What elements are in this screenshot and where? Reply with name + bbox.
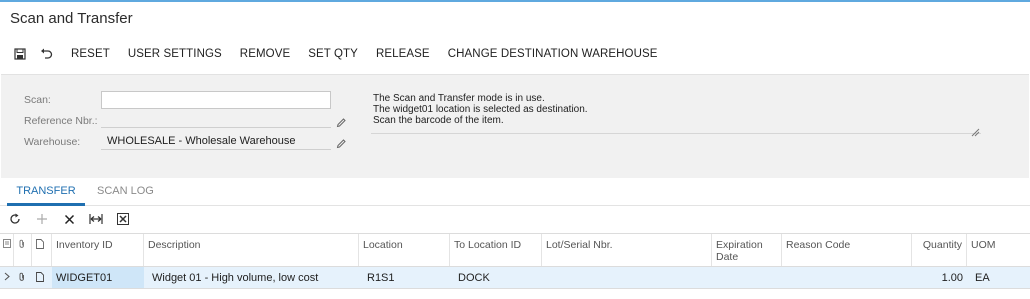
set-qty-button[interactable]: SET QTY: [299, 45, 367, 63]
status-message-line: The widget01 location is selected as des…: [373, 104, 588, 115]
status-message-line: Scan the barcode of the item.: [373, 115, 504, 126]
note-header-icon: [32, 234, 52, 266]
summary-form: Scan: Reference Nbr.: Warehouse: WHOLESA…: [1, 74, 1029, 178]
tab-transfer[interactable]: TRANSFER: [7, 184, 85, 206]
main-toolbar: RESET USER SETTINGS REMOVE SET QTY RELEA…: [0, 44, 667, 64]
remove-button[interactable]: REMOVE: [231, 45, 299, 63]
add-icon[interactable]: [31, 210, 53, 228]
reference-nbr-field[interactable]: [101, 127, 331, 128]
note-icon[interactable]: [32, 267, 52, 288]
column-header-reason-code[interactable]: Reason Code: [782, 234, 912, 266]
column-header-to-location-id[interactable]: To Location ID: [450, 234, 542, 266]
cell-description[interactable]: Widget 01 - High volume, low cost: [148, 267, 359, 288]
refresh-icon[interactable]: [4, 210, 26, 228]
row-expand-icon[interactable]: [0, 267, 14, 288]
undo-icon[interactable]: [35, 45, 57, 63]
row-selector-header-icon[interactable]: [0, 234, 14, 266]
column-header-uom[interactable]: UOM: [967, 234, 1030, 266]
column-header-expiration-date[interactable]: Expiration Date: [712, 234, 782, 266]
warehouse-field[interactable]: WHOLESALE - Wholesale Warehouse: [107, 135, 296, 147]
attachment-icon[interactable]: [14, 267, 32, 288]
grid-header: Inventory ID Description Location To Loc…: [0, 233, 1030, 267]
fit-width-icon[interactable]: [85, 210, 107, 228]
tab-bar: TRANSFER SCAN LOG: [0, 176, 1030, 206]
column-header-description[interactable]: Description: [144, 234, 359, 266]
cell-reason-code[interactable]: [782, 267, 912, 288]
column-header-inventory-id[interactable]: Inventory ID: [52, 234, 144, 266]
reference-nbr-edit-icon[interactable]: [336, 115, 348, 128]
column-header-lot-serial-nbr[interactable]: Lot/Serial Nbr.: [542, 234, 712, 266]
change-destination-warehouse-button[interactable]: CHANGE DESTINATION WAREHOUSE: [439, 45, 667, 63]
column-header-quantity[interactable]: Quantity: [912, 234, 967, 266]
delete-icon[interactable]: [58, 210, 80, 228]
cell-lot-serial-nbr[interactable]: [542, 267, 712, 288]
release-button[interactable]: RELEASE: [367, 45, 439, 63]
warehouse-label: Warehouse:: [24, 136, 81, 148]
tab-scan-log[interactable]: SCAN LOG: [97, 184, 154, 206]
save-icon[interactable]: [9, 45, 31, 63]
cell-expiration-date[interactable]: [712, 267, 782, 288]
cell-location[interactable]: R1S1: [363, 267, 450, 288]
reset-button[interactable]: RESET: [62, 45, 119, 63]
warehouse-underline: [101, 149, 331, 150]
resize-handle-icon[interactable]: [971, 124, 980, 137]
transfer-grid: Inventory ID Description Location To Loc…: [0, 233, 1030, 289]
cell-quantity[interactable]: 1.00: [912, 267, 967, 288]
table-row[interactable]: WIDGET01 Widget 01 - High volume, low co…: [0, 267, 1030, 289]
grid-toolbar: [0, 209, 139, 229]
reference-nbr-label: Reference Nbr.:: [24, 115, 98, 127]
cell-to-location-id[interactable]: DOCK: [454, 267, 542, 288]
top-accent-line: [0, 0, 1030, 2]
warehouse-edit-icon[interactable]: [336, 136, 348, 149]
column-header-location[interactable]: Location: [359, 234, 450, 266]
page-title: Scan and Transfer: [10, 10, 133, 27]
status-message-box: The Scan and Transfer mode is in use. Th…: [373, 93, 588, 126]
cell-uom[interactable]: EA: [971, 267, 1030, 288]
message-underline: [371, 133, 981, 134]
scan-input[interactable]: [101, 91, 331, 109]
scan-label: Scan:: [24, 94, 51, 106]
user-settings-button[interactable]: USER SETTINGS: [119, 45, 231, 63]
export-excel-icon[interactable]: [112, 210, 134, 228]
cell-inventory-id[interactable]: WIDGET01: [52, 267, 144, 288]
attachment-header-icon: [14, 234, 32, 266]
status-message-line: The Scan and Transfer mode is in use.: [373, 93, 545, 104]
